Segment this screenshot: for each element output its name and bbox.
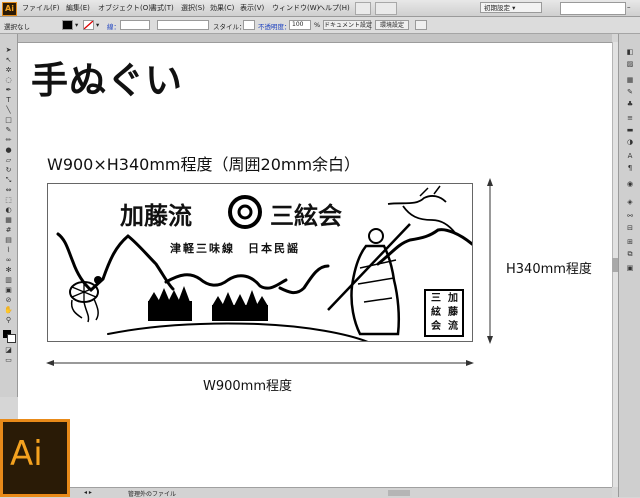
blob-brush-tool-icon[interactable]: ●	[4, 146, 13, 154]
bridge-button[interactable]	[355, 2, 371, 15]
size-caption: W900×H340mm程度（周囲20mm余白）	[47, 155, 361, 174]
lasso-tool-icon[interactable]: ◌	[4, 76, 13, 84]
symbols-panel-icon[interactable]: ♣	[625, 100, 635, 108]
variable-width-select[interactable]	[157, 20, 209, 30]
minimize-icon[interactable]: –	[627, 3, 631, 11]
opacity-field[interactable]: 100	[289, 20, 311, 30]
screen-mode-icon[interactable]: ▭	[4, 356, 13, 364]
width-arrow	[46, 360, 474, 366]
menu-type[interactable]: 書式(T)	[150, 3, 174, 13]
menu-help[interactable]: ヘルプ(H)	[318, 3, 350, 13]
type-tool-icon[interactable]: T	[4, 96, 13, 104]
brushes-panel-icon[interactable]: ✎	[625, 88, 635, 96]
stroke-weight-field[interactable]	[120, 20, 150, 30]
menu-view[interactable]: 表示(V)	[240, 3, 264, 13]
preferences-button[interactable]: 環境設定	[375, 20, 409, 30]
transparency-panel-icon[interactable]: ◑	[625, 138, 635, 146]
artboards-panel-icon[interactable]: ▣	[625, 264, 635, 272]
mesh-tool-icon[interactable]: #	[4, 226, 13, 234]
height-arrow	[487, 178, 493, 344]
column-graph-tool-icon[interactable]: ▥	[4, 276, 13, 284]
menu-edit[interactable]: 編集(E)	[66, 3, 90, 13]
eyedropper-tool-icon[interactable]: ⌇	[4, 246, 13, 254]
pen-tool-icon[interactable]: ✒	[4, 86, 13, 94]
artboard-tool-icon[interactable]: ▣	[4, 286, 13, 294]
style-swatch[interactable]	[243, 20, 255, 30]
document-tab-strip[interactable]	[18, 34, 612, 43]
free-transform-tool-icon[interactable]: ⬚	[4, 196, 13, 204]
stroke-color-icon[interactable]	[7, 334, 16, 343]
selection-status: 選択なし	[4, 23, 30, 31]
opacity-label[interactable]: 不透明度：	[258, 21, 291, 31]
menu-bar: Ai ファイル(F) 編集(E) オブジェクト(O) 書式(T) 選択(S) 効…	[0, 0, 640, 17]
stroke-panel-icon[interactable]: ≡	[625, 114, 635, 122]
paragraph-panel-icon[interactable]: ¶	[625, 164, 635, 172]
shape-builder-tool-icon[interactable]: ◐	[4, 206, 13, 214]
swatches-panel-icon[interactable]: ▦	[625, 76, 635, 84]
document-setup-button[interactable]: ドキュメント設定	[323, 20, 372, 30]
illustrator-logo-text: Ai	[10, 434, 43, 474]
arrange-icon[interactable]	[415, 20, 427, 30]
height-label: H340mm程度	[506, 262, 592, 277]
character-panel-icon[interactable]: A	[625, 152, 635, 160]
search-input[interactable]	[560, 2, 626, 15]
menu-file[interactable]: ファイル(F)	[22, 3, 60, 13]
rectangle-tool-icon[interactable]: □	[4, 116, 13, 124]
menu-select[interactable]: 選択(S)	[181, 3, 205, 13]
control-bar: 選択なし ▾ ▾ 線： スタイル： 不透明度： 100 % ドキュメント設定 環…	[0, 17, 640, 34]
rotate-tool-icon[interactable]: ↻	[4, 166, 13, 174]
pathfinder-panel-icon[interactable]: ⧉	[625, 250, 635, 258]
arrange-documents-button[interactable]	[375, 2, 397, 15]
menu-effect[interactable]: 効果(C)	[210, 3, 234, 13]
line-tool-icon[interactable]: ╲	[4, 106, 13, 114]
perspective-grid-tool-icon[interactable]: ▦	[4, 216, 13, 224]
width-tool-icon[interactable]: ⇔	[4, 186, 13, 194]
layers-panel-icon[interactable]: ◈	[625, 198, 635, 206]
paintbrush-tool-icon[interactable]: ✎	[4, 126, 13, 134]
hand-tool-icon[interactable]: ✋	[4, 306, 13, 314]
drawing-mode-icon[interactable]: ◪	[4, 346, 13, 354]
fill-dropdown-icon[interactable]: ▾	[75, 21, 78, 29]
stroke-dropdown-icon[interactable]: ▾	[96, 21, 99, 29]
zoom-tool-icon[interactable]: ⚲	[4, 316, 13, 324]
app-logo: Ai	[2, 2, 17, 16]
status-bar: ▸ ◂ ▸ 管理外のファイル	[18, 487, 612, 498]
page-title: 手ぬぐい	[31, 58, 183, 102]
dimension-arrows	[46, 178, 493, 366]
gradient-panel-icon[interactable]: ▬	[625, 126, 635, 134]
align-panel-icon[interactable]: ⊟	[625, 224, 635, 232]
workspace-select[interactable]: 初期設定 ▾	[480, 2, 542, 13]
eraser-tool-icon[interactable]: ▱	[4, 156, 13, 164]
blend-tool-icon[interactable]: ∞	[4, 256, 13, 264]
magic-wand-tool-icon[interactable]: ✲	[4, 66, 13, 74]
horizontal-scrollbar-thumb[interactable]	[388, 490, 410, 496]
width-label: W900mm程度	[203, 379, 292, 394]
menu-window[interactable]: ウィンドウ(W)	[272, 3, 319, 13]
stroke-label[interactable]: 線：	[107, 21, 120, 31]
fill-swatch[interactable]	[62, 20, 73, 30]
direct-selection-tool-icon[interactable]: ↖	[4, 56, 13, 64]
transform-panel-icon[interactable]: ⊞	[625, 238, 635, 246]
graphic-styles-panel-icon[interactable]: ⚯	[625, 212, 635, 220]
slice-tool-icon[interactable]: ⊘	[4, 296, 13, 304]
appearance-panel-icon[interactable]: ◉	[625, 180, 635, 188]
selection-tool-icon[interactable]: ➤	[4, 46, 13, 54]
tools-panel: ➤ ↖ ✲ ◌ ✒ T ╲ □ ✎ ✏ ● ▱ ↻ ⤡ ⇔ ⬚ ◐ ▦ # ▤ …	[0, 34, 18, 397]
artboard-navigation[interactable]: ◂ ▸	[84, 489, 92, 496]
menu-object[interactable]: オブジェクト(O)	[98, 3, 151, 13]
style-label: スタイル：	[213, 23, 246, 31]
opacity-unit: %	[314, 21, 321, 29]
gradient-tool-icon[interactable]: ▤	[4, 236, 13, 244]
stroke-none-icon	[83, 20, 94, 30]
scale-tool-icon[interactable]: ⤡	[4, 176, 13, 184]
panel-dock: ◧ ▨ ▦ ✎ ♣ ≡ ▬ ◑ A ¶ ◉ ◈ ⚯ ⊟ ⊞ ⧉ ▣	[618, 34, 640, 497]
color-guide-panel-icon[interactable]: ▨	[625, 60, 635, 68]
symbol-sprayer-tool-icon[interactable]: ✻	[4, 266, 13, 274]
color-panel-icon[interactable]: ◧	[625, 48, 635, 56]
pencil-tool-icon[interactable]: ✏	[4, 136, 13, 144]
stroke-swatch[interactable]	[83, 20, 94, 30]
